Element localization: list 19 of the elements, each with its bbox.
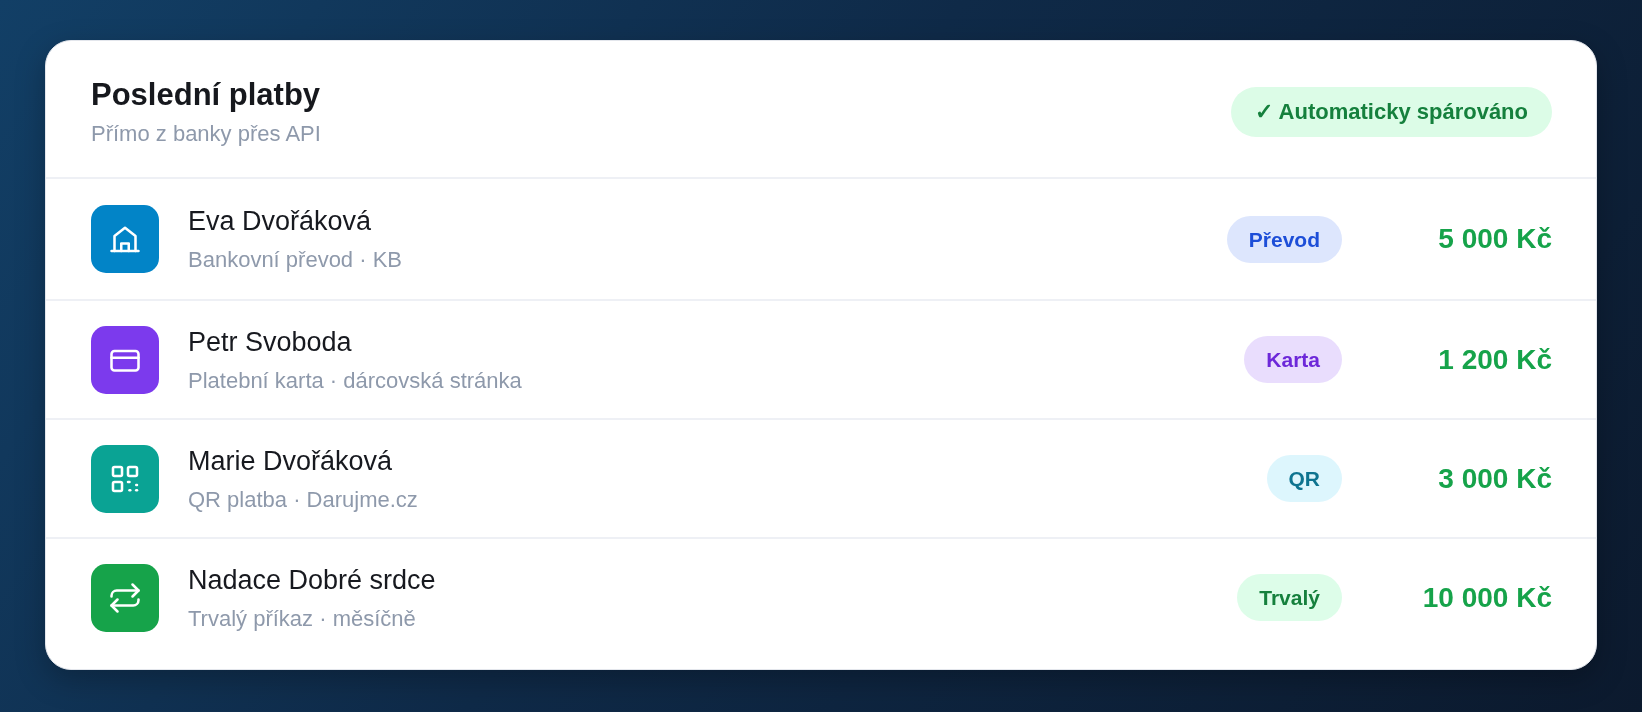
payment-method-tag: QR: [1266, 455, 1342, 502]
payer-name: Nadace Dobré srdce: [188, 564, 436, 596]
payment-amount: 1 200 Kč: [1437, 343, 1552, 376]
payment-detail: Trvalý příkaz · měsíčně: [188, 605, 416, 631]
payer-name: Marie Dvořáková: [188, 445, 393, 477]
card-title: Poslední platby: [91, 77, 321, 113]
payer-name: Petr Svoboda: [188, 326, 352, 358]
payment-method-tag: Karta: [1244, 336, 1342, 383]
payment-amount: 3 000 Kč: [1437, 462, 1552, 495]
card-subtitle: Přímo z banky přes API: [91, 121, 321, 147]
payment-method-tag: Převod: [1226, 215, 1342, 263]
payment-amount: 5 000 Kč: [1437, 223, 1552, 255]
payer-name: Eva Dvořáková: [188, 206, 372, 237]
match-status-tag: ✓ Automaticky spárováno: [1231, 87, 1552, 137]
payment-method-tag: Trvalý: [1237, 574, 1342, 621]
payment-detail: Bankovní převod · KB: [188, 247, 402, 272]
payment-detail: QR platba · Darujme.cz: [188, 486, 418, 512]
payment-detail: Platební karta · dárcovská stránka: [188, 367, 522, 393]
payment-amount: 10 000 Kč: [1421, 581, 1552, 614]
